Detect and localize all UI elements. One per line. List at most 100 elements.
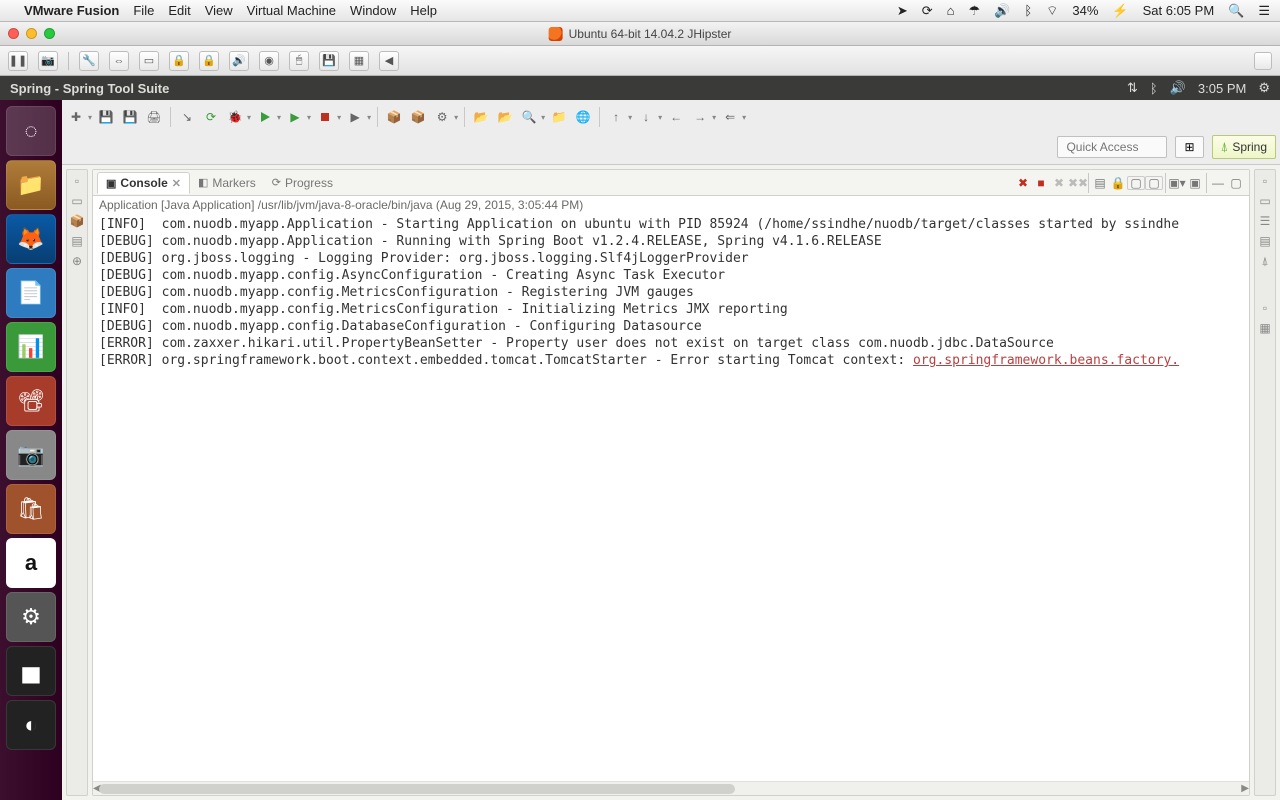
menu-window[interactable]: Window <box>350 3 396 18</box>
resize-icon[interactable]: ⇔ <box>109 51 129 71</box>
search-button[interactable]: 🔍 <box>519 107 539 127</box>
refresh-button[interactable]: ⟳ <box>201 107 221 127</box>
wifi-icon[interactable]: ⌔ <box>1046 3 1058 19</box>
battery-icon[interactable]: ⚡ <box>1112 3 1128 19</box>
remove-all-launch-button[interactable]: ✖✖ <box>1068 176 1086 190</box>
globe-button[interactable]: 🌐 <box>573 107 593 127</box>
tab-progress[interactable]: ⟳ Progress <box>264 173 341 193</box>
dash-icon[interactable]: ◌ <box>6 106 56 156</box>
network-indicator-icon[interactable]: ⇅ <box>1127 80 1138 96</box>
open-button[interactable]: 📂 <box>471 107 491 127</box>
clock[interactable]: Sat 6:05 PM <box>1143 3 1215 18</box>
back2-button[interactable]: ⇐ <box>720 107 740 127</box>
package-button[interactable]: 📦 <box>384 107 404 127</box>
clear-console-button[interactable]: ▤ <box>1091 176 1109 190</box>
close-button[interactable] <box>8 28 19 39</box>
lock2-icon[interactable]: 🔒 <box>199 51 219 71</box>
outline-icon[interactable]: ☰ <box>1260 214 1271 228</box>
gear-indicator-icon[interactable]: ⚙ <box>1258 80 1270 96</box>
spring-perspective-button[interactable]: ⍋ Spring <box>1212 135 1277 159</box>
scroll-right-arrow[interactable]: ▶ <box>1241 783 1249 794</box>
network-icon[interactable]: ▦ <box>349 51 369 71</box>
disk-icon[interactable]: 💾 <box>319 51 339 71</box>
error-link[interactable]: org.springframework.beans.factory. <box>913 353 1179 368</box>
open-perspective-button[interactable]: ⊞ <box>1175 136 1203 158</box>
quick-access-input[interactable] <box>1057 136 1167 158</box>
amazon-icon[interactable]: a <box>6 538 56 588</box>
console-output[interactable]: [INFO] com.nuodb.myapp.Application - Sta… <box>93 214 1249 781</box>
folder-button[interactable]: 📁 <box>549 107 569 127</box>
app-icon[interactable]: ◐ <box>6 700 56 750</box>
display-selected-button[interactable]: ▢ <box>1145 176 1163 190</box>
tray-expand-icon[interactable]: ▭ <box>71 194 82 208</box>
wrench-icon[interactable]: 🔧 <box>79 51 99 71</box>
menu-virtual-machine[interactable]: Virtual Machine <box>247 3 336 18</box>
debug-button[interactable]: 🐞 <box>225 107 245 127</box>
pin-console-button[interactable]: ▢ <box>1127 176 1145 190</box>
back-history-button[interactable]: ← <box>666 107 686 127</box>
battery-percent[interactable]: 34% <box>1072 3 1098 18</box>
sound-indicator-icon[interactable]: 🔊 <box>1170 80 1186 96</box>
scroll-lock-button[interactable]: 🔒 <box>1109 176 1127 190</box>
maximize-button[interactable] <box>44 28 55 39</box>
tray-expand2-icon[interactable]: ▭ <box>1259 194 1270 208</box>
new-console-view-button[interactable]: ▣ <box>1186 176 1204 190</box>
tab-console[interactable]: ▣ Console ✕ <box>97 172 190 194</box>
bluetooth-indicator-icon[interactable]: ᛒ <box>1150 81 1158 96</box>
back-icon[interactable]: ◀ <box>379 51 399 71</box>
next-annotation-button[interactable]: ↓ <box>636 107 656 127</box>
prev-annotation-button[interactable]: ↑ <box>606 107 626 127</box>
tray-restore2-icon[interactable]: ▫ <box>1263 301 1267 315</box>
terminate-all-button[interactable]: ■ <box>1032 176 1050 190</box>
tray-minimize-icon[interactable]: ▫ <box>75 174 79 188</box>
snapshot-button[interactable]: 📷 <box>38 51 58 71</box>
libreoffice-impress-icon[interactable]: 📽 <box>6 376 56 426</box>
camera-icon[interactable]: ◉ <box>259 51 279 71</box>
libreoffice-writer-icon[interactable]: 📄 <box>6 268 56 318</box>
minimize-view-button[interactable]: — <box>1209 176 1227 190</box>
print-button[interactable]: 🖨 <box>144 107 164 127</box>
software-center-icon[interactable]: 🛍 <box>6 484 56 534</box>
menu-help[interactable]: Help <box>410 3 437 18</box>
run-button[interactable] <box>255 107 275 127</box>
menu-view[interactable]: View <box>205 3 233 18</box>
horizontal-scrollbar[interactable]: ◀ ▶ <box>93 781 1249 795</box>
task-list-icon[interactable]: ▤ <box>1259 234 1270 248</box>
home-icon[interactable]: ⌂ <box>947 3 955 18</box>
stop-button[interactable] <box>315 107 335 127</box>
save-button[interactable]: 💾 <box>96 107 116 127</box>
run-last-button[interactable]: ▶ <box>285 107 305 127</box>
app-name[interactable]: VMware Fusion <box>24 3 119 18</box>
clock-indicator[interactable]: 3:05 PM <box>1198 81 1246 96</box>
menu-file[interactable]: File <box>133 3 154 18</box>
files-icon[interactable]: 📁 <box>6 160 56 210</box>
bluetooth-icon[interactable]: ᛒ <box>1024 3 1032 18</box>
terminate-button[interactable]: ✖ <box>1014 176 1032 190</box>
firefox-icon[interactable]: 🦊 <box>6 214 56 264</box>
terminal-icon[interactable]: ▅ <box>6 646 56 696</box>
open-console-dropdown[interactable]: ▣▾ <box>1168 176 1186 190</box>
maximize-view-button[interactable]: ▢ <box>1227 176 1245 190</box>
spring-explorer-icon[interactable]: ⍋ <box>1261 254 1268 269</box>
sync-icon[interactable]: ⟳ <box>922 3 933 19</box>
libreoffice-calc-icon[interactable]: 📊 <box>6 322 56 372</box>
servers-icon[interactable]: ▤ <box>71 234 82 248</box>
package-explorer-icon[interactable]: 📦 <box>70 214 85 228</box>
pause-vm-button[interactable]: ❚❚ <box>8 51 28 71</box>
volume-icon[interactable]: 🔊 <box>994 3 1010 19</box>
external-button[interactable]: ▶ <box>345 107 365 127</box>
screenshot-icon[interactable]: 📷 <box>6 430 56 480</box>
notification-center-icon[interactable]: ☰ <box>1258 3 1270 19</box>
scroll-thumb[interactable] <box>99 784 735 794</box>
bird-icon[interactable]: ➤ <box>897 3 908 19</box>
sound-icon[interactable]: 🔊 <box>229 51 249 71</box>
save-all-button[interactable]: 💾 <box>120 107 140 127</box>
open2-button[interactable]: 📂 <box>495 107 515 127</box>
type-button[interactable]: 📦 <box>408 107 428 127</box>
display-icon[interactable]: ▭ <box>139 51 159 71</box>
properties-icon[interactable]: ▦ <box>1259 321 1270 335</box>
remove-launch-button[interactable]: ✖ <box>1050 176 1068 190</box>
skip-breakpoints-button[interactable]: ↘ <box>177 107 197 127</box>
settings-icon[interactable]: ⚙ <box>6 592 56 642</box>
lock-icon[interactable]: 🔒 <box>169 51 189 71</box>
